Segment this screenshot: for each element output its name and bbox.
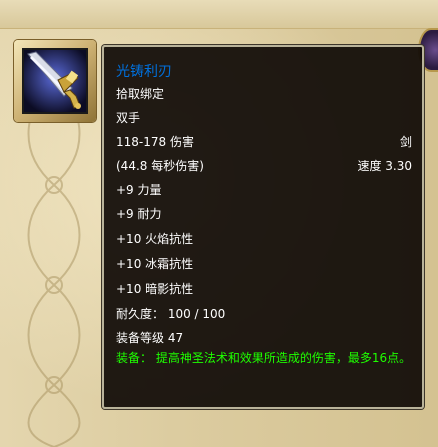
damage-row: 118-178 伤害 剑 <box>116 133 412 150</box>
item-weapon-type: 剑 <box>399 135 412 149</box>
stat-stamina: +9 耐力 <box>116 207 162 221</box>
item-damage: 118-178 伤害 <box>116 135 194 149</box>
equip-effect: 装备： 提高神圣法术和效果所造成的伤害，最多16点。 <box>116 351 412 365</box>
item-binding: 拾取绑定 <box>116 87 165 101</box>
stat-frost-resistance: +10 冰霜抗性 <box>116 257 194 271</box>
window-top-edge <box>0 0 438 29</box>
stat-shadow-resistance: +10 暗影抗性 <box>116 282 194 296</box>
item-dps: (44.8 每秒伤害) <box>116 159 204 173</box>
item-level: 装备等级 47 <box>116 331 184 345</box>
stat-fire-resistance: +10 火焰抗性 <box>116 232 194 246</box>
item-speed: 速度 3.30 <box>357 159 412 173</box>
item-name: 光铸利刃 <box>116 64 172 80</box>
scroll-ornament <box>27 75 81 447</box>
item-slot: 双手 <box>116 111 141 125</box>
item-durability: 耐久度： 100 / 100 <box>116 307 226 321</box>
dps-row: (44.8 每秒伤害) 速度 3.30 <box>116 157 412 174</box>
stat-strength: +9 力量 <box>116 183 162 197</box>
item-tooltip: 光铸利刃 拾取绑定 双手 118-178 伤害 剑 (44.8 每秒伤害) 速度… <box>102 45 424 409</box>
two-handed-sword-icon <box>24 50 86 112</box>
item-icon-slot[interactable] <box>22 48 88 114</box>
